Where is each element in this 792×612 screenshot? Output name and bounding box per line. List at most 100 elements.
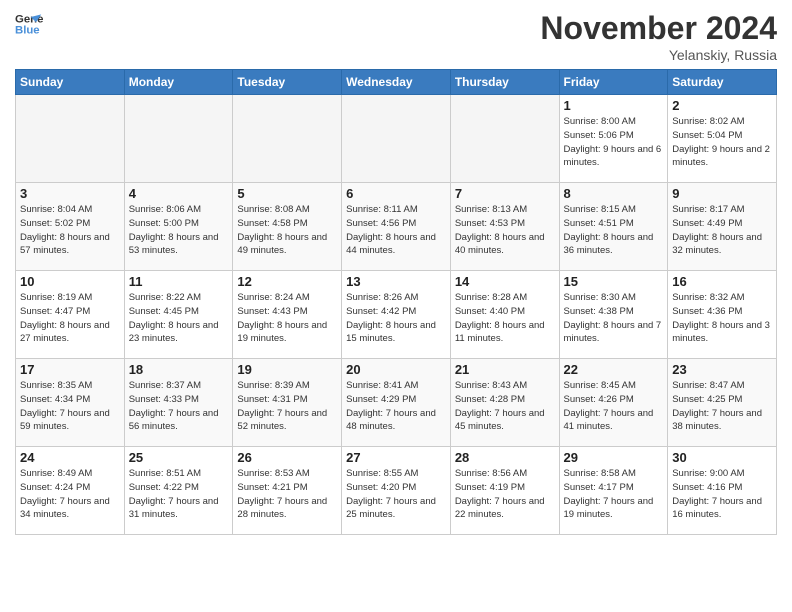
day-info: Sunrise: 8:17 AM Sunset: 4:49 PM Dayligh… xyxy=(672,203,772,258)
calendar-cell: 2Sunrise: 8:02 AM Sunset: 5:04 PM Daylig… xyxy=(668,95,777,183)
calendar-cell: 5 Sunrise: 8:08 AM Sunset: 4:58 PM Daylig… xyxy=(233,183,342,271)
calendar-cell: 16 Sunrise: 8:32 AM Sunset: 4:36 PM Dayli… xyxy=(668,271,777,359)
week-row-5: 24 Sunrise: 8:49 AM Sunset: 4:24 PM Dayli… xyxy=(16,447,777,535)
location: Yelanskiy, Russia xyxy=(540,47,777,63)
calendar-cell: 23 Sunrise: 8:47 AM Sunset: 4:25 PM Dayli… xyxy=(668,359,777,447)
day-number: 25 xyxy=(129,450,229,465)
day-info: Sunrise: 8:45 AM Sunset: 4:26 PM Dayligh… xyxy=(564,379,664,434)
day-number: 18 xyxy=(129,362,229,377)
day-number: 10 xyxy=(20,274,120,289)
day-info: Sunrise: 8:51 AM Sunset: 4:22 PM Dayligh… xyxy=(129,467,229,522)
day-info: Sunrise: 8:43 AM Sunset: 4:28 PM Dayligh… xyxy=(455,379,555,434)
day-number: 7 xyxy=(455,186,555,201)
calendar-cell xyxy=(16,95,125,183)
calendar-cell: 11 Sunrise: 8:22 AM Sunset: 4:45 PM Dayli… xyxy=(124,271,233,359)
day-info: Sunrise: 8:49 AM Sunset: 4:24 PM Dayligh… xyxy=(20,467,120,522)
day-number: 27 xyxy=(346,450,446,465)
logo: General Blue xyxy=(15,10,43,38)
calendar-cell: 26 Sunrise: 8:53 AM Sunset: 4:21 PM Dayli… xyxy=(233,447,342,535)
day-number: 21 xyxy=(455,362,555,377)
header: General Blue November 2024 Yelanskiy, Ru… xyxy=(15,10,777,63)
day-number: 26 xyxy=(237,450,337,465)
day-info: Sunrise: 9:00 AM Sunset: 4:16 PM Dayligh… xyxy=(672,467,772,522)
day-info: Sunrise: 8:47 AM Sunset: 4:25 PM Dayligh… xyxy=(672,379,772,434)
day-info: Sunrise: 8:11 AM Sunset: 4:56 PM Dayligh… xyxy=(346,203,446,258)
calendar: Sunday Monday Tuesday Wednesday Thursday… xyxy=(15,69,777,535)
day-info: Sunrise: 8:28 AM Sunset: 4:40 PM Dayligh… xyxy=(455,291,555,346)
calendar-cell: 29 Sunrise: 8:58 AM Sunset: 4:17 PM Dayli… xyxy=(559,447,668,535)
week-row-4: 17 Sunrise: 8:35 AM Sunset: 4:34 PM Dayli… xyxy=(16,359,777,447)
header-thursday: Thursday xyxy=(450,70,559,95)
day-info: Sunrise: 8:02 AM Sunset: 5:04 PM Dayligh… xyxy=(672,115,772,170)
day-info: Sunrise: 8:15 AM Sunset: 4:51 PM Dayligh… xyxy=(564,203,664,258)
day-info: Sunrise: 8:08 AM Sunset: 4:58 PM Dayligh… xyxy=(237,203,337,258)
day-number: 5 xyxy=(237,186,337,201)
calendar-cell: 18 Sunrise: 8:37 AM Sunset: 4:33 PM Dayli… xyxy=(124,359,233,447)
day-info: Sunrise: 8:06 AM Sunset: 5:00 PM Dayligh… xyxy=(129,203,229,258)
day-number: 8 xyxy=(564,186,664,201)
page: General Blue November 2024 Yelanskiy, Ru… xyxy=(0,0,792,612)
header-tuesday: Tuesday xyxy=(233,70,342,95)
day-number: 3 xyxy=(20,186,120,201)
calendar-cell: 15Sunrise: 8:30 AM Sunset: 4:38 PM Dayli… xyxy=(559,271,668,359)
calendar-cell: 22Sunrise: 8:45 AM Sunset: 4:26 PM Dayli… xyxy=(559,359,668,447)
day-info: Sunrise: 8:37 AM Sunset: 4:33 PM Dayligh… xyxy=(129,379,229,434)
calendar-cell: 17 Sunrise: 8:35 AM Sunset: 4:34 PM Dayli… xyxy=(16,359,125,447)
day-number: 4 xyxy=(129,186,229,201)
week-row-2: 3 Sunrise: 8:04 AM Sunset: 5:02 PM Daylig… xyxy=(16,183,777,271)
day-number: 28 xyxy=(455,450,555,465)
day-info: Sunrise: 8:56 AM Sunset: 4:19 PM Dayligh… xyxy=(455,467,555,522)
calendar-cell: 25 Sunrise: 8:51 AM Sunset: 4:22 PM Dayli… xyxy=(124,447,233,535)
calendar-cell: 14 Sunrise: 8:28 AM Sunset: 4:40 PM Dayli… xyxy=(450,271,559,359)
day-number: 30 xyxy=(672,450,772,465)
day-number: 17 xyxy=(20,362,120,377)
day-number: 11 xyxy=(129,274,229,289)
day-info: Sunrise: 8:32 AM Sunset: 4:36 PM Dayligh… xyxy=(672,291,772,346)
calendar-cell: 10 Sunrise: 8:19 AM Sunset: 4:47 PM Dayli… xyxy=(16,271,125,359)
calendar-cell: 27Sunrise: 8:55 AM Sunset: 4:20 PM Dayli… xyxy=(342,447,451,535)
logo-icon: General Blue xyxy=(15,10,43,38)
calendar-cell: 3 Sunrise: 8:04 AM Sunset: 5:02 PM Daylig… xyxy=(16,183,125,271)
day-number: 14 xyxy=(455,274,555,289)
weekday-header-row: Sunday Monday Tuesday Wednesday Thursday… xyxy=(16,70,777,95)
calendar-cell xyxy=(233,95,342,183)
calendar-cell: 30 Sunrise: 9:00 AM Sunset: 4:16 PM Dayli… xyxy=(668,447,777,535)
header-friday: Friday xyxy=(559,70,668,95)
header-sunday: Sunday xyxy=(16,70,125,95)
day-info: Sunrise: 8:22 AM Sunset: 4:45 PM Dayligh… xyxy=(129,291,229,346)
day-info: Sunrise: 8:39 AM Sunset: 4:31 PM Dayligh… xyxy=(237,379,337,434)
day-number: 16 xyxy=(672,274,772,289)
week-row-3: 10 Sunrise: 8:19 AM Sunset: 4:47 PM Dayli… xyxy=(16,271,777,359)
day-info: Sunrise: 8:00 AM Sunset: 5:06 PM Dayligh… xyxy=(564,115,664,170)
day-info: Sunrise: 8:58 AM Sunset: 4:17 PM Dayligh… xyxy=(564,467,664,522)
calendar-cell xyxy=(342,95,451,183)
calendar-cell: 21 Sunrise: 8:43 AM Sunset: 4:28 PM Dayli… xyxy=(450,359,559,447)
day-number: 24 xyxy=(20,450,120,465)
calendar-cell: 19 Sunrise: 8:39 AM Sunset: 4:31 PM Dayli… xyxy=(233,359,342,447)
day-number: 19 xyxy=(237,362,337,377)
calendar-cell: 6Sunrise: 8:11 AM Sunset: 4:56 PM Daylig… xyxy=(342,183,451,271)
day-number: 29 xyxy=(564,450,664,465)
day-info: Sunrise: 8:04 AM Sunset: 5:02 PM Dayligh… xyxy=(20,203,120,258)
day-info: Sunrise: 8:26 AM Sunset: 4:42 PM Dayligh… xyxy=(346,291,446,346)
calendar-cell: 12Sunrise: 8:24 AM Sunset: 4:43 PM Dayli… xyxy=(233,271,342,359)
title-block: November 2024 Yelanskiy, Russia xyxy=(540,10,777,63)
calendar-cell xyxy=(450,95,559,183)
day-number: 20 xyxy=(346,362,446,377)
calendar-cell: 9 Sunrise: 8:17 AM Sunset: 4:49 PM Daylig… xyxy=(668,183,777,271)
day-info: Sunrise: 8:13 AM Sunset: 4:53 PM Dayligh… xyxy=(455,203,555,258)
day-info: Sunrise: 8:30 AM Sunset: 4:38 PM Dayligh… xyxy=(564,291,664,346)
calendar-cell: 8 Sunrise: 8:15 AM Sunset: 4:51 PM Daylig… xyxy=(559,183,668,271)
header-wednesday: Wednesday xyxy=(342,70,451,95)
day-info: Sunrise: 8:35 AM Sunset: 4:34 PM Dayligh… xyxy=(20,379,120,434)
day-number: 9 xyxy=(672,186,772,201)
calendar-cell: 20 Sunrise: 8:41 AM Sunset: 4:29 PM Dayli… xyxy=(342,359,451,447)
month-title: November 2024 xyxy=(540,10,777,47)
day-info: Sunrise: 8:41 AM Sunset: 4:29 PM Dayligh… xyxy=(346,379,446,434)
day-number: 13 xyxy=(346,274,446,289)
day-number: 1 xyxy=(564,98,664,113)
day-number: 23 xyxy=(672,362,772,377)
day-info: Sunrise: 8:19 AM Sunset: 4:47 PM Dayligh… xyxy=(20,291,120,346)
day-info: Sunrise: 8:53 AM Sunset: 4:21 PM Dayligh… xyxy=(237,467,337,522)
calendar-cell: 1 Sunrise: 8:00 AM Sunset: 5:06 PM Daylig… xyxy=(559,95,668,183)
